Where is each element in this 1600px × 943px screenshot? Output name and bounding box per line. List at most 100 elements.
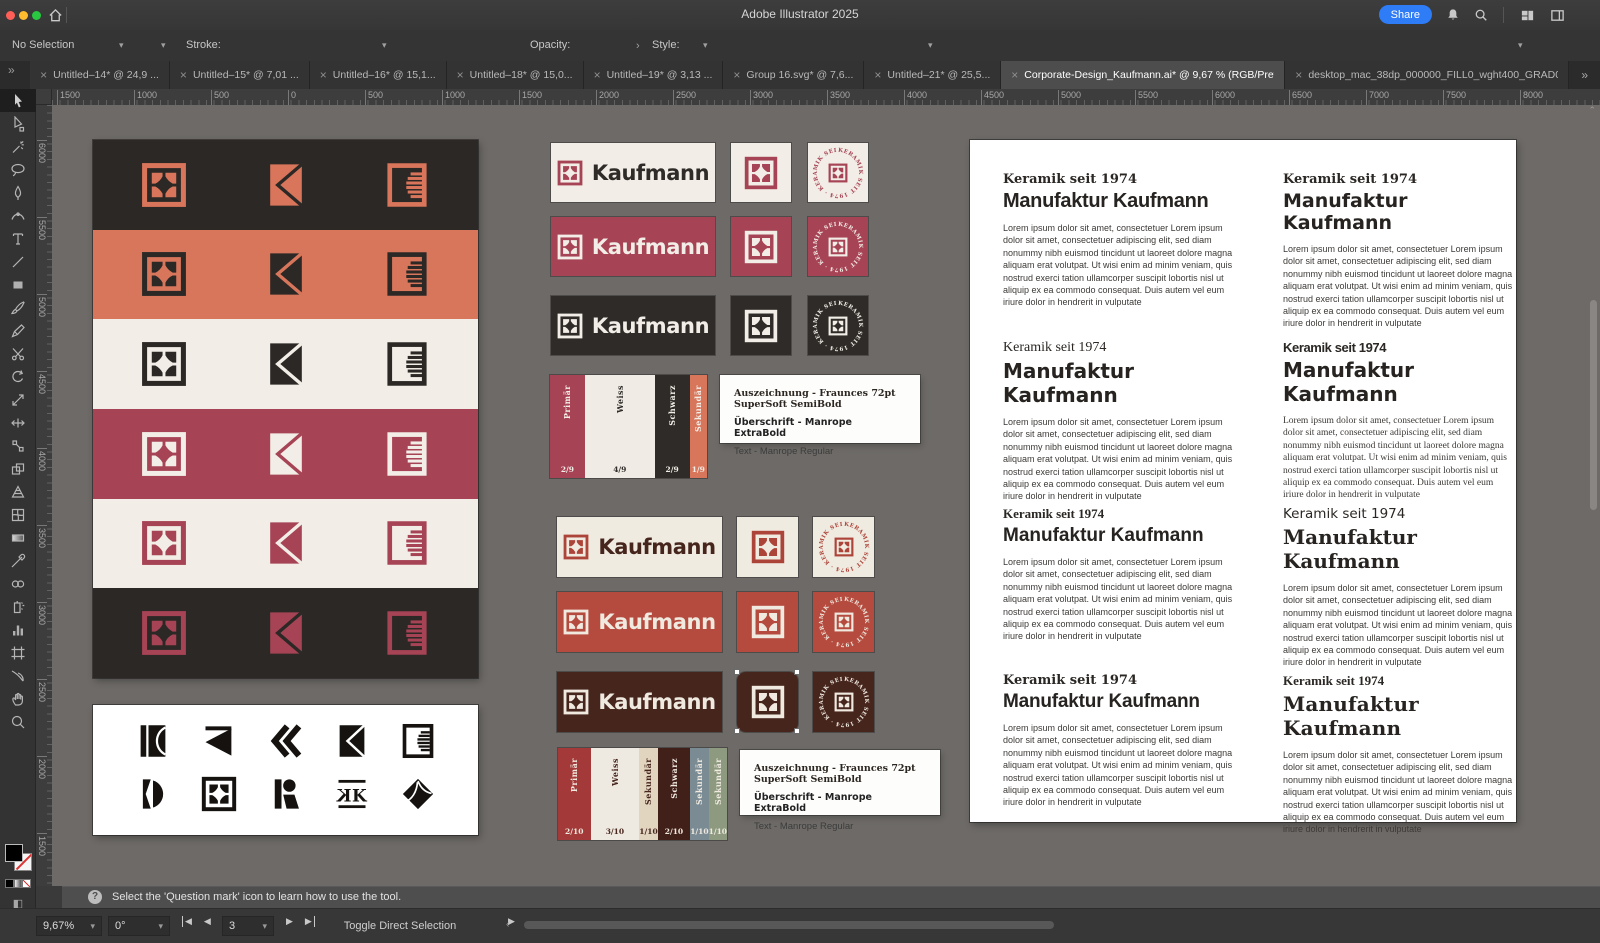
text-specimen-block-v4[interactable]: Keramik seit 1974 Manufaktur Kaufmann Lo… bbox=[1283, 340, 1516, 502]
lasso-tool-icon[interactable] bbox=[0, 158, 36, 181]
tab-close-icon[interactable]: × bbox=[320, 69, 327, 81]
text-specimen-block-v7[interactable]: Keramik seit 1974 Manufaktur Kaufmann Lo… bbox=[1003, 673, 1236, 809]
canvas[interactable]: KK KaufmannKERAMIK SEIT 1974 · KERAMIK S… bbox=[52, 105, 1600, 886]
paintbrush-tool-icon[interactable] bbox=[0, 296, 36, 319]
type-tool-icon[interactable] bbox=[0, 227, 36, 250]
kaufmann-icon-tile[interactable] bbox=[737, 517, 798, 577]
curvature-tool-icon[interactable] bbox=[0, 204, 36, 227]
document-tab-4[interactable]: ×Untitled–19* @ 3,13 ... bbox=[584, 61, 724, 89]
share-button[interactable]: Share bbox=[1379, 5, 1432, 24]
logo-mark-k-triangle[interactable] bbox=[201, 723, 237, 764]
kaufmann-badge-tile[interactable]: KERAMIK SEIT 1974 · KERAMIK SEIT 1974 · bbox=[813, 672, 874, 732]
logo-mark-diamond-tile[interactable] bbox=[201, 776, 237, 817]
stroke-chevron-down-icon[interactable]: ▾ bbox=[161, 40, 166, 51]
zoom-level-field[interactable]: 9,67%▾ bbox=[36, 916, 102, 936]
arrange-chevron-down-icon[interactable]: ▾ bbox=[1518, 40, 1523, 51]
palette-bar-sekundär[interactable]: Sekundär 1/9 bbox=[690, 375, 707, 478]
color-palette-card-2[interactable]: Primär 2/10Weiss 3/10Sekundär 1/10Schwar… bbox=[558, 748, 727, 840]
tab-close-icon[interactable]: × bbox=[874, 69, 881, 81]
text-specimen-block-v2[interactable]: Keramik seit 1974 Manufaktur Kaufmann Lo… bbox=[1283, 172, 1516, 330]
free-transform-tool-icon[interactable] bbox=[0, 434, 36, 457]
vertical-ruler[interactable]: 6000550050004500400035003000250020001500 bbox=[36, 105, 53, 886]
scale-tool-icon[interactable] bbox=[0, 388, 36, 411]
kaufmann-badge-tile[interactable]: KERAMIK SEIT 1974 · KERAMIK SEIT 1974 · bbox=[808, 296, 868, 355]
ruler-corner[interactable] bbox=[36, 89, 52, 105]
typography-card-2[interactable]: Auszeichnung - Fraunces 72pt SuperSoft S… bbox=[740, 750, 940, 815]
style-chevron-down-icon[interactable]: ▾ bbox=[703, 40, 708, 51]
tab-close-icon[interactable]: × bbox=[1295, 69, 1302, 81]
magic-wand-tool-icon[interactable] bbox=[0, 135, 36, 158]
tab-close-icon[interactable]: × bbox=[40, 69, 47, 81]
hand-tool-icon[interactable] bbox=[0, 687, 36, 710]
previous-artboard-icon[interactable]: ◀ bbox=[204, 916, 211, 927]
kaufmann-icon-tile[interactable] bbox=[737, 672, 798, 732]
none-button[interactable] bbox=[22, 879, 31, 888]
logo-band-row-0[interactable] bbox=[93, 140, 478, 230]
line-segment-tool-icon[interactable] bbox=[0, 250, 36, 273]
zoom-tool-icon[interactable] bbox=[0, 710, 36, 733]
palette-bar-primär[interactable]: Primär 2/10 bbox=[558, 748, 591, 840]
pen-tool-icon[interactable] bbox=[0, 181, 36, 204]
rotate-tool-icon[interactable] bbox=[0, 365, 36, 388]
horizontal-scrollbar[interactable]: ‹ bbox=[520, 919, 1590, 931]
document-tab-5[interactable]: ×Group 16.svg* @ 7,6... bbox=[723, 61, 864, 89]
selection-handle[interactable] bbox=[734, 728, 740, 734]
scissors-tool-icon[interactable] bbox=[0, 342, 36, 365]
fill-proxy-swatch[interactable] bbox=[5, 844, 23, 862]
tab-close-icon[interactable]: × bbox=[180, 69, 187, 81]
kaufmann-wordmark-lockup[interactable]: Kaufmann bbox=[551, 217, 715, 276]
notifications-bell-icon[interactable] bbox=[1444, 6, 1462, 24]
logo-band-row-5[interactable] bbox=[93, 588, 478, 678]
logo-mark-ce-striped-disc[interactable] bbox=[400, 723, 436, 764]
text-specimen-block-v1[interactable]: Keramik seit 1974 Manufaktur Kaufmann Lo… bbox=[1003, 172, 1236, 309]
kaufmann-icon-tile[interactable] bbox=[731, 296, 791, 355]
logo-band-row-3[interactable] bbox=[93, 409, 478, 499]
kaufmann-badge-tile[interactable]: KERAMIK SEIT 1974 · KERAMIK SEIT 1974 · bbox=[813, 592, 874, 652]
kaufmann-wordmark-lockup[interactable]: Kaufmann bbox=[551, 296, 715, 355]
logo-band-row-1[interactable] bbox=[93, 230, 478, 320]
palette-bar-primär[interactable]: Primär 2/9 bbox=[550, 375, 585, 478]
typography-card-1[interactable]: Auszeichnung - Fraunces 72pt SuperSoft S… bbox=[720, 375, 920, 443]
text-specimen-block-v3[interactable]: Keramik seit 1974 Manufaktur Kaufmann Lo… bbox=[1003, 340, 1236, 503]
fill-chevron-down-icon[interactable]: ▾ bbox=[119, 40, 124, 51]
logo-band-row-4[interactable] bbox=[93, 499, 478, 589]
kaufmann-badge-tile[interactable]: KERAMIK SEIT 1974 · KERAMIK SEIT 1974 · bbox=[813, 517, 874, 577]
panel-expand-toggle[interactable]: » bbox=[0, 61, 30, 89]
perspective-grid-tool-icon[interactable] bbox=[0, 480, 36, 503]
tab-close-icon[interactable]: × bbox=[594, 69, 601, 81]
snap-chevron-down-icon[interactable]: ▾ bbox=[928, 40, 933, 51]
document-tab-3[interactable]: ×Untitled–18* @ 15,0... bbox=[447, 61, 584, 89]
palette-bar-sekundär[interactable]: Sekundär 1/10 bbox=[709, 748, 727, 840]
scroll-left-arrow-icon[interactable]: ‹ bbox=[506, 919, 509, 930]
help-question-icon[interactable]: ? bbox=[88, 890, 102, 904]
horizontal-scrollbar-thumb[interactable] bbox=[524, 921, 1054, 929]
logo-mark-diamond-rotated[interactable] bbox=[400, 776, 436, 817]
palette-bar-sekundär[interactable]: Sekundär 1/10 bbox=[690, 748, 708, 840]
logo-band-row-2[interactable] bbox=[93, 319, 478, 409]
eyedropper-tool-icon[interactable] bbox=[0, 549, 36, 572]
text-specimen-artboard[interactable]: Keramik seit 1974 Manufaktur Kaufmann Lo… bbox=[970, 140, 1516, 822]
logo-mark-k-chevron-square[interactable] bbox=[334, 723, 370, 764]
opacity-expand-icon[interactable]: › bbox=[636, 40, 640, 52]
document-tab-1[interactable]: ×Untitled–15* @ 7,01 ... bbox=[170, 61, 310, 89]
text-specimen-block-v6[interactable]: Keramik seit 1974 Manufaktur Kaufmann Lo… bbox=[1283, 506, 1516, 669]
text-specimen-block-v8[interactable]: Keramik seit 1974 Manufaktur Kaufmann Lo… bbox=[1283, 673, 1516, 836]
brush-chevron-down-icon[interactable]: ▾ bbox=[382, 40, 387, 51]
next-artboard-icon[interactable]: ▶ bbox=[286, 916, 293, 927]
logo-mark-k-bar-curve[interactable] bbox=[135, 723, 171, 764]
search-icon[interactable] bbox=[1472, 6, 1490, 24]
selection-handle[interactable] bbox=[734, 669, 740, 675]
kaufmann-icon-tile[interactable] bbox=[731, 217, 791, 276]
tab-overflow-button[interactable]: » bbox=[1569, 61, 1600, 89]
workspace-switcher-icon[interactable] bbox=[1518, 6, 1536, 24]
scroll-up-arrow-icon[interactable]: ⌃ bbox=[1588, 105, 1596, 116]
artboard-tool-icon[interactable] bbox=[0, 641, 36, 664]
shaper-tool-icon[interactable] bbox=[0, 319, 36, 342]
logo-mark-k-chevron-disc[interactable] bbox=[135, 776, 171, 817]
symbol-sprayer-tool-icon[interactable] bbox=[0, 595, 36, 618]
rotation-field[interactable]: 0°▾ bbox=[108, 916, 170, 936]
kaufmann-icon-tile[interactable] bbox=[731, 143, 791, 202]
text-specimen-block-v5[interactable]: Keramik seit 1974 Manufaktur Kaufmann Lo… bbox=[1003, 506, 1236, 643]
blend-tool-icon[interactable] bbox=[0, 572, 36, 595]
panel-toggle-icon[interactable] bbox=[1548, 6, 1566, 24]
